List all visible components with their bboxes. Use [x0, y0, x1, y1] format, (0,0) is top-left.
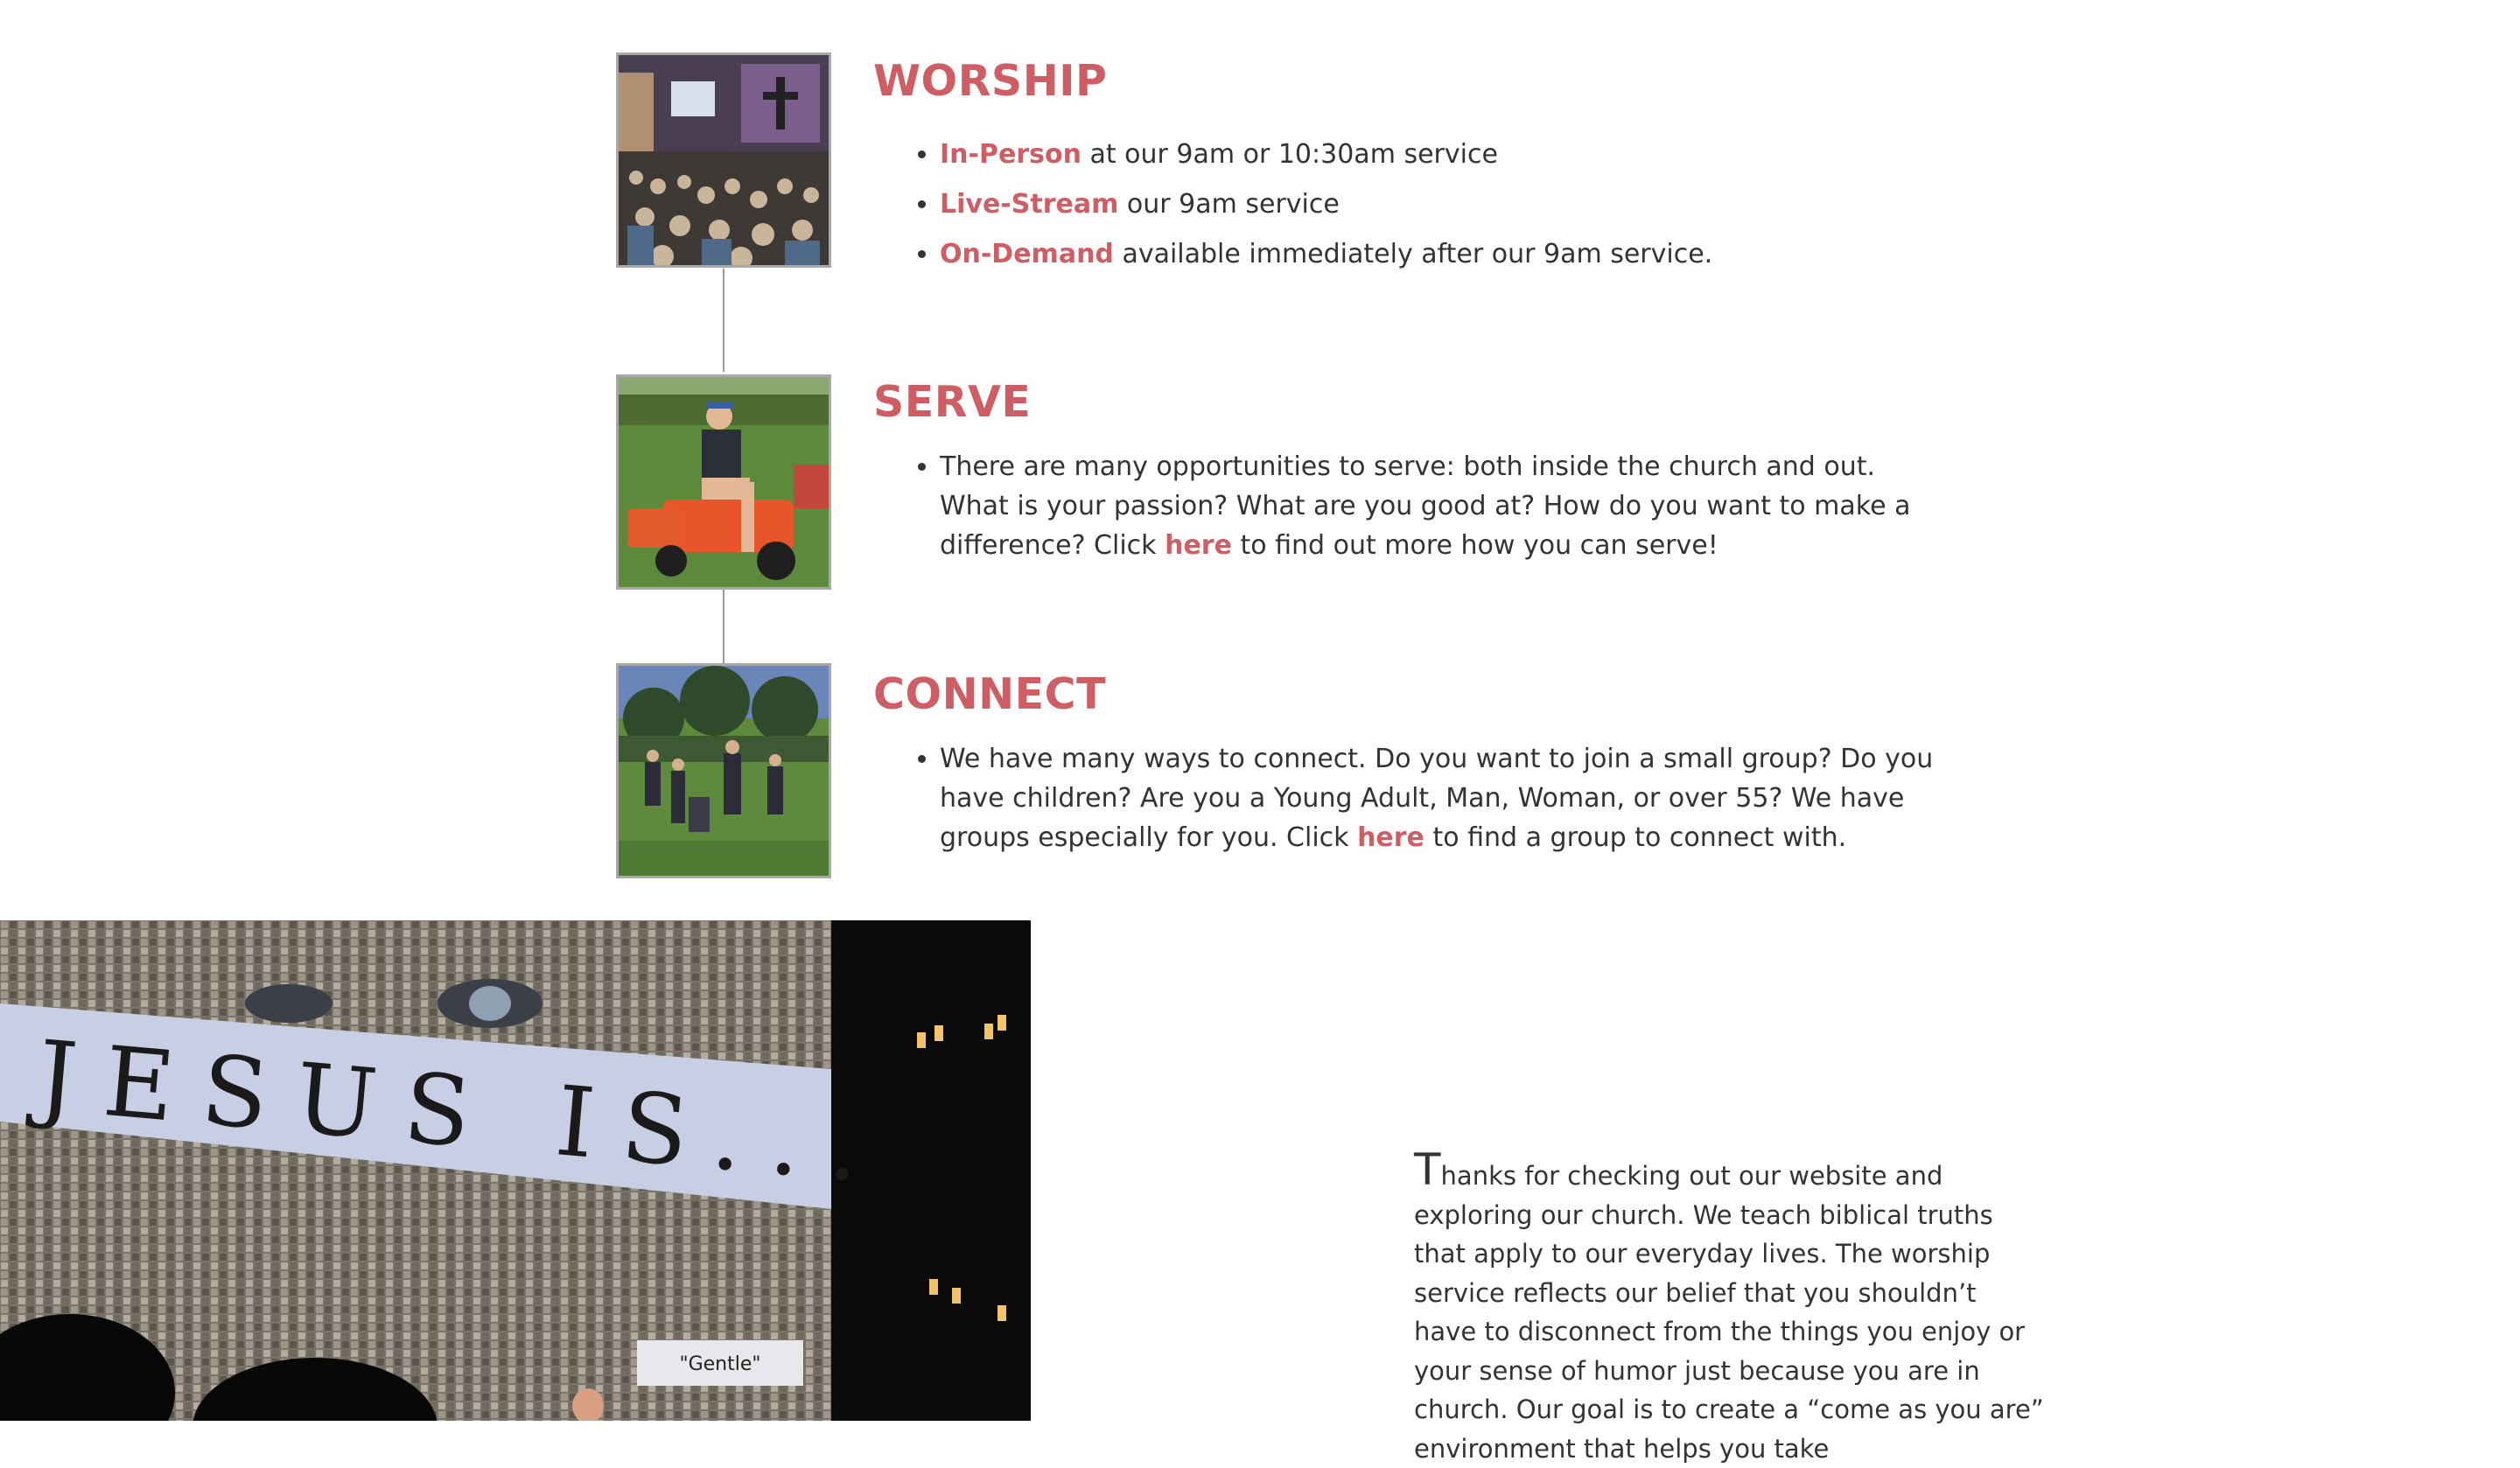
timeline-connector-1	[723, 269, 724, 372]
live-stream-link[interactable]: Live-Stream	[940, 189, 1118, 220]
connect-heading: CONNECT	[873, 669, 1106, 719]
serve-heading: SERVE	[873, 377, 1032, 427]
connect-text-after: to find a group to connect with.	[1424, 822, 1847, 853]
serve-here-link[interactable]: here	[1165, 530, 1232, 561]
connect-here-link[interactable]: here	[1357, 822, 1424, 853]
list-item: There are many opportunities to serve: b…	[940, 447, 1946, 565]
connect-list: We have many ways to connect. Do you wan…	[873, 739, 1946, 857]
worship-list: In-Person at our 9am or 10:30am service …	[873, 135, 1712, 284]
welcome-paragraph: Thanks for checking out our website and …	[1414, 1148, 2044, 1468]
on-demand-link[interactable]: On-Demand	[940, 239, 1114, 269]
welcome-dropcap: T	[1414, 1144, 1441, 1195]
list-item-text: available immediately after our 9am serv…	[1113, 239, 1713, 269]
timeline-connector-2	[723, 588, 724, 663]
in-person-link[interactable]: In-Person	[940, 139, 1082, 170]
hero-sermon-photo: JESUS IS... "Gentle"	[0, 920, 1031, 1421]
serve-list: There are many opportunities to serve: b…	[873, 447, 1946, 565]
list-item: In-Person at our 9am or 10:30am service	[940, 135, 1712, 174]
serve-text-after: to find out more how you can serve!	[1231, 530, 1718, 561]
connect-photo	[616, 663, 831, 878]
worship-photo	[616, 52, 831, 268]
list-item-text: our 9am service	[1118, 189, 1340, 220]
hero-caption: "Gentle"	[679, 1353, 760, 1375]
list-item-text: at our 9am or 10:30am service	[1081, 139, 1498, 170]
list-item: On-Demand available immediately after ou…	[940, 234, 1712, 274]
list-item: We have many ways to connect. Do you wan…	[940, 739, 1946, 857]
serve-photo	[616, 374, 831, 590]
welcome-text: hanks for checking out our website and e…	[1414, 1161, 2044, 1464]
worship-heading: WORSHIP	[873, 56, 1108, 106]
list-item: Live-Stream our 9am service	[940, 185, 1712, 224]
